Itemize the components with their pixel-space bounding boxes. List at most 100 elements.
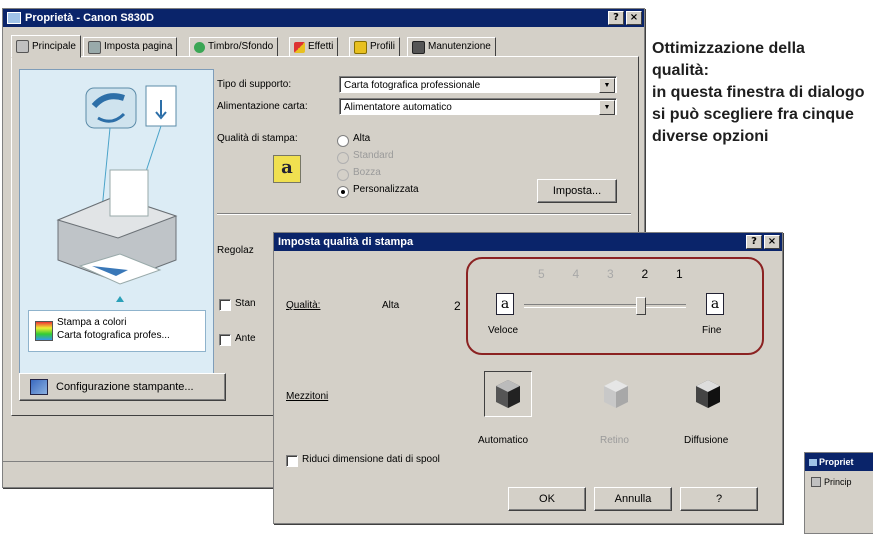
reduce-spool-checkbox[interactable] [286, 455, 298, 467]
maintenance-icon [412, 40, 425, 54]
color-adjust-label: Regolaz [217, 245, 254, 256]
tab-timbro-sfondo-label: Timbro/Sfondo [208, 41, 274, 52]
tab-manutenzione[interactable]: Manutenzione [407, 37, 496, 57]
slider-tick-label: 2 [641, 267, 649, 281]
thumbnail-titlebar: Propriet [805, 453, 873, 471]
printer-body-icon [56, 169, 178, 285]
thumbnail-dialog: Propriet Princip [804, 452, 873, 534]
printer-config-icon [30, 379, 48, 395]
quality-titlebar: Imposta qualità di stampa ? × [274, 233, 782, 251]
printer-config-label: Configurazione stampante... [56, 381, 194, 393]
slider-right-label: Fine [702, 325, 722, 336]
main-help-button[interactable]: ? [608, 11, 624, 25]
option-checkbox-1-label: Stan [235, 298, 256, 309]
summary-line-1: Stampa a colori [57, 317, 127, 328]
paper-source-value: Alimentatore automatico [344, 102, 452, 113]
paper-source-select[interactable]: Alimentatore automatico ▼ [339, 98, 617, 115]
quality-text: Alta [382, 300, 400, 311]
quality-close-button[interactable]: × [764, 235, 780, 249]
thumbnail-title: Propriet [819, 457, 854, 467]
media-type-select[interactable]: Carta fotografica professionale ▼ [339, 76, 617, 93]
chevron-down-icon: ▼ [599, 78, 615, 93]
help-button[interactable]: ? [680, 487, 758, 511]
halftone-automatico-icon [496, 380, 520, 408]
quality-radio-bozza [337, 169, 349, 181]
halftone-diffusione-icon [696, 380, 720, 408]
slider-tick-label: 1 [676, 267, 683, 281]
summary-line-2: Carta fotografica profes... [57, 330, 170, 341]
quality-option-alta: Alta [353, 133, 371, 144]
slider-tick-label: 5 [538, 267, 545, 281]
paper-page-icon [145, 85, 177, 127]
tab-principale-label: Principale [32, 40, 76, 52]
cancel-button[interactable]: Annulla [594, 487, 672, 511]
quality-help-button[interactable]: ? [746, 235, 762, 249]
high-quality-icon: a [706, 293, 724, 315]
chevron-down-icon: ▼ [599, 100, 615, 115]
caption-body: in questa finestra di dialogo si può sce… [652, 84, 865, 145]
tab-manutenzione-label: Manutenzione [428, 41, 491, 52]
quality-icon: a [273, 155, 301, 183]
caption: Ottimizzazione della qualità: in questa … [652, 38, 866, 148]
main-dialog-title: Proprietà - Canon S830D [25, 12, 154, 24]
tab-profili-label: Profili [370, 41, 396, 52]
quality-label: Qualità: [286, 300, 321, 311]
tab-imposta-pagina-label: Imposta pagina [104, 41, 173, 52]
paper-source-label: Alimentazione carta: [217, 101, 308, 112]
media-type-label: Tipo di supporto: [217, 79, 292, 90]
printer-config-button[interactable]: Configurazione stampante... [19, 373, 226, 401]
ok-button[interactable]: OK [508, 487, 586, 511]
quality-option-bozza: Bozza [353, 167, 381, 178]
tab-imposta-pagina[interactable]: Imposta pagina [83, 37, 178, 57]
halftone-retino-icon [604, 380, 628, 408]
halftone-option-diffusione: Diffusione [684, 435, 729, 446]
halftone-label: Mezzitoni [286, 391, 329, 402]
thumbnail-tab: Princip [811, 477, 852, 487]
quality-radio-standard [337, 152, 349, 164]
slider-tick-label: 3 [607, 267, 614, 281]
slider-thumb[interactable] [635, 297, 646, 315]
settings-summary-box: Stampa a colori Carta fotografica profes… [28, 310, 206, 352]
option-checkbox-1[interactable] [219, 299, 231, 311]
tab-profili[interactable]: Profili [349, 37, 401, 57]
printer-tab-icon [811, 477, 821, 487]
tab-timbro-sfondo[interactable]: Timbro/Sfondo [189, 37, 279, 57]
tab-effetti[interactable]: Effetti [289, 37, 339, 57]
option-checkbox-2[interactable] [219, 334, 231, 346]
quality-settings-dialog: Imposta qualità di stampa ? × Qualità: A… [273, 232, 783, 524]
print-quality-label: Qualità di stampa: [217, 133, 298, 144]
thumbnail-tab-label: Princip [824, 477, 852, 487]
quality-option-personalizzata: Personalizzata [353, 184, 419, 195]
main-titlebar: Proprietà - Canon S830D ? × [3, 9, 644, 27]
halftone-option-retino: Retino [600, 435, 629, 446]
printer-app-icon [7, 12, 21, 24]
media-type-value: Carta fotografica professionale [344, 80, 481, 91]
slider-tick-label: 4 [572, 267, 580, 281]
main-close-button[interactable]: × [626, 11, 642, 25]
ink-cartridge-icon [85, 87, 137, 129]
quality-dialog-title: Imposta qualità di stampa [278, 236, 414, 248]
printer-tab-icon [16, 40, 29, 53]
color-print-icon [35, 321, 53, 341]
divider-line [217, 213, 631, 215]
stamp-icon [194, 41, 205, 53]
effects-brush-icon [294, 41, 305, 53]
reduce-spool-label: Riduci dimensione dati di spool [302, 454, 440, 465]
tab-effetti-label: Effetti [308, 41, 334, 52]
quality-number: 2 [454, 299, 461, 313]
quality-radio-personalizzata[interactable] [337, 186, 349, 198]
slider-track [524, 304, 686, 308]
quality-slider[interactable] [524, 297, 686, 315]
thumbnail-app-icon [809, 458, 817, 466]
tab-principale[interactable]: Principale [11, 35, 81, 58]
low-quality-icon: a [496, 293, 514, 315]
quality-radio-alta[interactable] [337, 135, 349, 147]
slider-left-label: Veloce [488, 325, 519, 336]
quality-option-standard: Standard [353, 150, 394, 161]
page-setup-icon [88, 40, 101, 54]
option-checkbox-2-label: Ante [235, 333, 256, 344]
caption-heading: Ottimizzazione della qualità: [652, 40, 805, 79]
profiles-icon [354, 40, 367, 54]
imposta-button[interactable]: Imposta... [537, 179, 617, 203]
halftone-option-automatico: Automatico [478, 435, 529, 446]
